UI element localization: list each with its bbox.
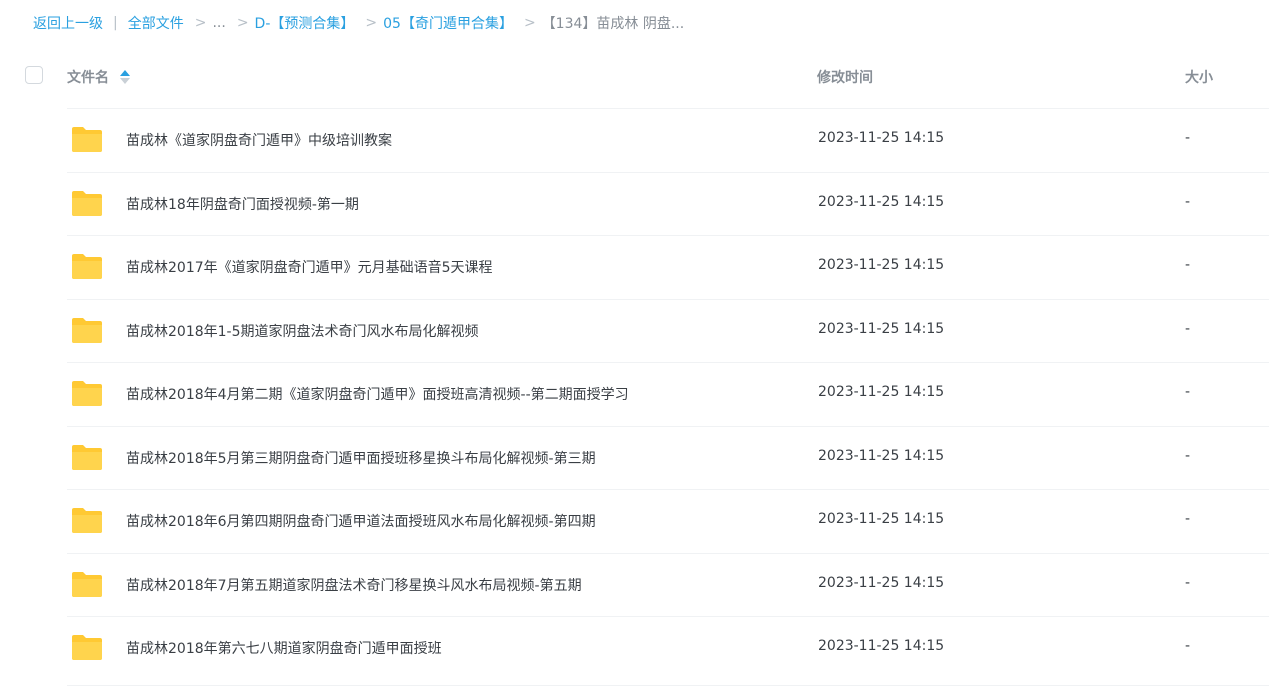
file-size: -	[1185, 447, 1191, 464]
folder-icon	[72, 254, 102, 279]
table-row[interactable]: 苗成林2017年《道家阴盘奇门遁甲》元月基础语音5天课程 2023-11-25 …	[0, 235, 1269, 299]
table-row[interactable]: 苗成林18年阴盘奇门面授视频-第一期 2023-11-25 14:15 -	[0, 171, 1269, 236]
folder-icon	[72, 381, 102, 406]
breadcrumb-ellipsis[interactable]: ...	[212, 15, 225, 31]
file-modified-time: 2023-11-25 14:15	[818, 320, 945, 337]
column-header-modified[interactable]: 修改时间	[817, 67, 873, 87]
file-size: -	[1185, 193, 1191, 210]
table-row[interactable]: 苗成林2018年6月第四期阴盘奇门遁甲道法面授班风水布局化解视频-第四期 202…	[0, 489, 1269, 553]
file-name[interactable]: 苗成林2018年1-5期道家阴盘法术奇门风水布局化解视频	[126, 321, 479, 341]
table-row[interactable]: 苗成林2018年1-5期道家阴盘法术奇门风水布局化解视频 2023-11-25 …	[0, 298, 1269, 363]
breadcrumb-arrow: >	[365, 15, 378, 31]
folder-icon	[72, 317, 102, 343]
file-modified-time: 2023-11-25 14:15	[818, 193, 945, 210]
breadcrumb-level2[interactable]: 05【奇门遁甲合集】	[383, 13, 513, 33]
breadcrumb-current: 【134】苗成林 阴盘...	[541, 16, 685, 32]
table-row[interactable]: 苗成林2018年5月第三期阴盘奇门遁甲面授班移星换斗布局化解视频-第三期 202…	[0, 425, 1269, 490]
file-name[interactable]: 苗成林2018年6月第四期阴盘奇门遁甲道法面授班风水布局化解视频-第四期	[126, 511, 596, 531]
file-list: 苗成林《道家阴盘奇门遁甲》中级培训教案 2023-11-25 14:15 - 苗…	[0, 108, 1269, 685]
breadcrumb: 返回上一级 | 全部文件 > ... > D-【预测合集】 > 05【奇门遁甲合…	[33, 13, 684, 33]
file-name[interactable]: 苗成林2018年4月第二期《道家阴盘奇门遁甲》面授班高清视频--第二期面授学习	[126, 384, 629, 404]
folder-icon	[72, 190, 102, 216]
file-name[interactable]: 苗成林2018年5月第三期阴盘奇门遁甲面授班移星换斗布局化解视频-第三期	[126, 448, 596, 468]
file-modified-time: 2023-11-25 14:15	[818, 447, 945, 464]
column-header-name[interactable]: 文件名	[67, 67, 130, 87]
breadcrumb-separator: |	[113, 15, 118, 31]
file-modified-time: 2023-11-25 14:15	[818, 384, 945, 400]
file-size: -	[1185, 384, 1191, 400]
file-modified-time: 2023-11-25 14:15	[818, 511, 945, 527]
breadcrumb-arrow: >	[236, 15, 249, 31]
file-modified-time: 2023-11-25 14:15	[818, 257, 945, 273]
file-size: -	[1185, 320, 1191, 337]
sort-ascending-icon[interactable]	[120, 69, 130, 85]
folder-icon	[72, 571, 102, 597]
breadcrumb-all-files[interactable]: 全部文件	[128, 13, 184, 33]
table-row[interactable]: 苗成林2018年第六七八期道家阴盘奇门遁甲面授班 2023-11-25 14:1…	[0, 616, 1269, 685]
file-modified-time: 2023-11-25 14:15	[818, 130, 945, 146]
breadcrumb-level1[interactable]: D-【预测合集】	[255, 13, 355, 33]
breadcrumb-arrow: >	[194, 15, 207, 31]
table-row[interactable]: 苗成林2018年7月第五期道家阴盘法术奇门移星换斗风水布局视频-第五期 2023…	[0, 552, 1269, 617]
file-size: -	[1185, 257, 1191, 273]
file-name[interactable]: 苗成林《道家阴盘奇门遁甲》中级培训教案	[126, 130, 392, 150]
file-size: -	[1185, 511, 1191, 527]
file-modified-time: 2023-11-25 14:15	[818, 574, 945, 591]
table-header: 文件名 修改时间 大小	[0, 48, 1269, 108]
column-header-name-label: 文件名	[67, 70, 109, 86]
file-name[interactable]: 苗成林2017年《道家阴盘奇门遁甲》元月基础语音5天课程	[126, 257, 493, 277]
folder-icon	[72, 444, 102, 470]
breadcrumb-arrow: >	[523, 15, 536, 31]
file-size: -	[1185, 574, 1191, 591]
folder-icon	[72, 635, 102, 660]
file-size: -	[1185, 130, 1191, 146]
folder-icon	[72, 127, 102, 152]
table-row[interactable]: 苗成林《道家阴盘奇门遁甲》中级培训教案 2023-11-25 14:15 -	[0, 108, 1269, 172]
column-header-size[interactable]: 大小	[1185, 67, 1213, 87]
select-all-checkbox[interactable]	[25, 66, 43, 84]
table-row[interactable]: 苗成林2018年4月第二期《道家阴盘奇门遁甲》面授班高清视频--第二期面授学习 …	[0, 362, 1269, 426]
file-name[interactable]: 苗成林2018年第六七八期道家阴盘奇门遁甲面授班	[126, 638, 442, 658]
file-name[interactable]: 苗成林18年阴盘奇门面授视频-第一期	[126, 194, 359, 214]
folder-icon	[72, 508, 102, 533]
file-modified-time: 2023-11-25 14:15	[818, 638, 945, 654]
file-name[interactable]: 苗成林2018年7月第五期道家阴盘法术奇门移星换斗风水布局视频-第五期	[126, 575, 582, 595]
file-size: -	[1185, 638, 1191, 654]
back-link[interactable]: 返回上一级	[33, 13, 103, 33]
